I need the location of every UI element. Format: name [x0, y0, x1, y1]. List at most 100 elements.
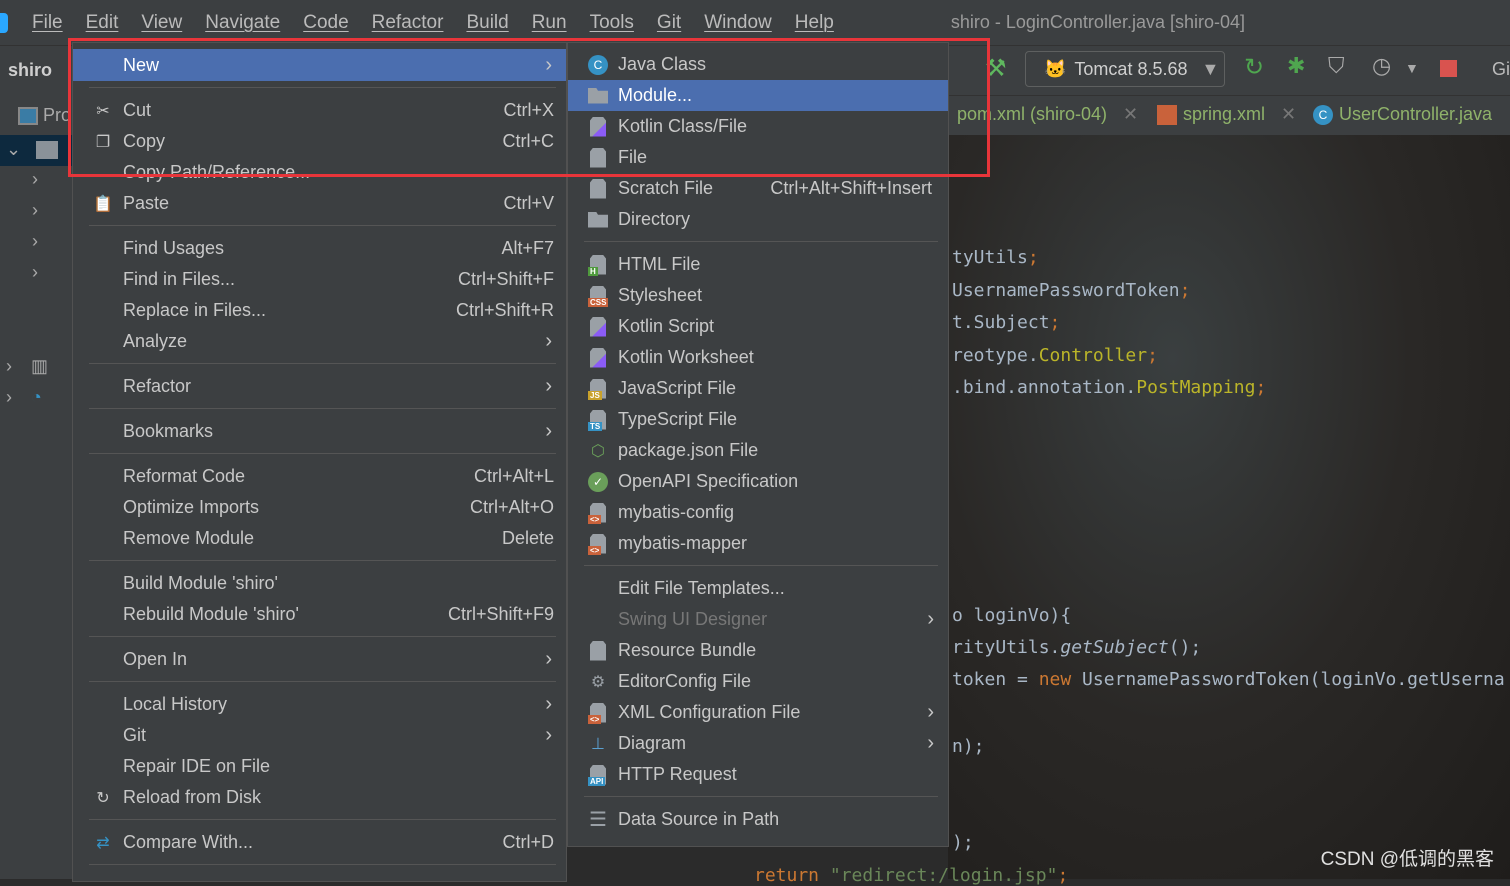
- menu-item-kotlin-worksheet[interactable]: Kotlin Worksheet: [568, 342, 948, 373]
- menu-file[interactable]: File: [32, 12, 63, 34]
- menu-item-compare-with[interactable]: ⇄ Compare With... Ctrl+D: [73, 827, 566, 858]
- run-configuration-select[interactable]: 🐱 Tomcat 8.5.68 ▼: [1025, 51, 1225, 87]
- menu-item-mybatis-mapper[interactable]: <> mybatis-mapper: [568, 528, 948, 559]
- menu-item-file[interactable]: File: [568, 142, 948, 173]
- tree-root-row[interactable]: ⌄: [0, 135, 72, 166]
- menu-item-reload-from-disk[interactable]: ↻ Reload from Disk: [73, 782, 566, 813]
- tab-pom-xml[interactable]: pom.xml (shiro-04) ✕: [957, 104, 1138, 125]
- code-line: o loginVo){: [952, 605, 1071, 626]
- code-line: t.Subject;: [952, 312, 1060, 333]
- menu-help[interactable]: Help: [795, 12, 834, 34]
- stop-icon[interactable]: [1440, 60, 1457, 77]
- menu-item-label: Remove Module: [123, 528, 255, 548]
- menu-window[interactable]: Window: [704, 12, 772, 34]
- menu-item-html-file[interactable]: H HTML File: [568, 249, 948, 280]
- menu-item-build-module-shiro[interactable]: Build Module 'shiro': [73, 568, 566, 599]
- tree-row[interactable]: ›: [0, 227, 72, 258]
- tree-row[interactable]: ›: [0, 196, 72, 227]
- menu-code[interactable]: Code: [303, 12, 348, 34]
- menu-item-optimize-imports[interactable]: Optimize Imports Ctrl+Alt+O: [73, 492, 566, 523]
- more-run-chevron-icon[interactable]: ▼: [1405, 60, 1427, 82]
- tree-row-scratches[interactable]: › ◔: [0, 383, 72, 414]
- menu-item-rebuild-module-shiro[interactable]: Rebuild Module 'shiro' Ctrl+Shift+F9: [73, 599, 566, 630]
- tab-label: pom.xml (shiro-04): [957, 104, 1108, 124]
- menu-item-git[interactable]: Git ›: [73, 720, 566, 751]
- menu-item-resource-bundle[interactable]: Resource Bundle: [568, 635, 948, 666]
- coverage-icon[interactable]: ⛉: [1328, 53, 1350, 78]
- menu-item-copy-path-reference[interactable]: Copy Path/Reference...: [73, 157, 566, 188]
- project-tool-tab[interactable]: Pro: [0, 97, 72, 128]
- menu-edit[interactable]: Edit: [86, 12, 119, 34]
- tree-row[interactable]: ›: [0, 165, 72, 196]
- debug-bug-icon[interactable]: ✱: [1287, 53, 1309, 78]
- menu-item-diagram[interactable]: ⊥ Diagram ›: [568, 728, 948, 759]
- tab-spring-xml[interactable]: spring.xml ✕: [1157, 104, 1296, 125]
- menu-run[interactable]: Run: [532, 12, 567, 34]
- tree-row[interactable]: ›: [0, 258, 72, 289]
- menu-item-xml-configuration-file[interactable]: <> XML Configuration File ›: [568, 697, 948, 728]
- file-type-badge: <>: [588, 545, 602, 555]
- menu-item-repair-ide-on-file[interactable]: Repair IDE on File: [73, 751, 566, 782]
- menu-tools[interactable]: Tools: [590, 12, 634, 34]
- profile-icon[interactable]: ◷: [1372, 53, 1394, 78]
- menu-item-mybatis-config[interactable]: <> mybatis-config: [568, 497, 948, 528]
- menu-item-reformat-code[interactable]: Reformat Code Ctrl+Alt+L: [73, 461, 566, 492]
- close-icon[interactable]: ✕: [1123, 104, 1138, 125]
- menu-item-editorconfig-file[interactable]: ⚙ EditorConfig File: [568, 666, 948, 697]
- menu-item-label: package.json File: [618, 440, 759, 460]
- menu-item-data-source-in-path[interactable]: ☰ Data Source in Path: [568, 804, 948, 835]
- menu-refactor[interactable]: Refactor: [372, 12, 444, 34]
- menu-item-package-json-file[interactable]: ⬡ package.json File: [568, 435, 948, 466]
- menu-git[interactable]: Git: [657, 12, 681, 34]
- menu-navigate[interactable]: Navigate: [205, 12, 280, 34]
- menu-item-directory[interactable]: Directory: [568, 204, 948, 235]
- menu-item-module[interactable]: Module...: [568, 80, 948, 111]
- menu-item-scratch-file[interactable]: Scratch File Ctrl+Alt+Shift+Insert: [568, 173, 948, 204]
- menu-item-replace-in-files[interactable]: Replace in Files... Ctrl+Shift+R: [73, 295, 566, 326]
- menu-item-find-in-files[interactable]: Find in Files... Ctrl+Shift+F: [73, 264, 566, 295]
- menu-item-label: Paste: [123, 193, 170, 213]
- build-hammer-icon[interactable]: ⚒: [985, 54, 1007, 82]
- menu-build[interactable]: Build: [466, 12, 508, 34]
- menu-item-refactor[interactable]: Refactor ›: [73, 371, 566, 402]
- menu-view[interactable]: View: [141, 12, 182, 34]
- http-request-icon: API: [588, 764, 608, 786]
- menu-item-paste[interactable]: 📋 Paste Ctrl+V: [73, 188, 566, 219]
- menu-item-copy[interactable]: ❐ Copy Ctrl+C: [73, 126, 566, 157]
- menu-item-open-in[interactable]: Open In ›: [73, 644, 566, 675]
- menu-item-local-history[interactable]: Local History ›: [73, 689, 566, 720]
- project-icon: [18, 107, 38, 126]
- project-name[interactable]: shiro: [8, 60, 52, 81]
- tab-user-controller[interactable]: C UserController.java: [1313, 104, 1492, 125]
- menu-item-find-usages[interactable]: Find Usages Alt+F7: [73, 233, 566, 264]
- menu-item-kotlin-class-file[interactable]: Kotlin Class/File: [568, 111, 948, 142]
- rerun-icon[interactable]: ↻: [1244, 53, 1266, 81]
- menu-item-analyze[interactable]: Analyze ›: [73, 326, 566, 357]
- module-folder-icon: [588, 87, 608, 104]
- menu-item-cut[interactable]: ✂ Cut Ctrl+X: [73, 95, 566, 126]
- menu-item-label: Diagram: [618, 733, 687, 753]
- menu-item-edit-file-templates[interactable]: Edit File Templates...: [568, 573, 948, 604]
- menu-item-javascript-file[interactable]: JS JavaScript File: [568, 373, 948, 404]
- code-token: UsernamePasswordToken(loginVo.getUserna: [1071, 669, 1505, 690]
- close-icon[interactable]: ✕: [1281, 104, 1296, 125]
- git-toolbar-label[interactable]: Gi: [1492, 59, 1510, 80]
- menu-item-java-class[interactable]: C Java Class: [568, 49, 948, 80]
- menu-separator: [73, 554, 566, 568]
- ts-file-icon: TS: [588, 409, 608, 431]
- code-editor[interactable]: tyUtils; UsernamePasswordToken; t.Subject;…: [754, 135, 1510, 886]
- menu-item-new[interactable]: New ›: [73, 49, 566, 81]
- resource-bundle-icon: [588, 640, 608, 661]
- menu-item-openapi-specification[interactable]: ✓ OpenAPI Specification: [568, 466, 948, 497]
- menu-item-bookmarks[interactable]: Bookmarks ›: [73, 416, 566, 447]
- menu-item-http-request[interactable]: API HTTP Request: [568, 759, 948, 790]
- menu-item-swing-ui-designer[interactable]: Swing UI Designer ›: [568, 604, 948, 635]
- menu-item-kotlin-script[interactable]: Kotlin Script: [568, 311, 948, 342]
- tree-row-libraries[interactable]: › ▥: [0, 352, 72, 383]
- file-type-badge: API: [588, 776, 606, 786]
- menu-item-stylesheet[interactable]: CSS Stylesheet: [568, 280, 948, 311]
- menu-item-typescript-file[interactable]: TS TypeScript File: [568, 404, 948, 435]
- menu-item-label: File: [618, 147, 648, 167]
- menu-item-remove-module[interactable]: Remove Module Delete: [73, 523, 566, 554]
- menu-item-label: Java Class: [618, 54, 707, 74]
